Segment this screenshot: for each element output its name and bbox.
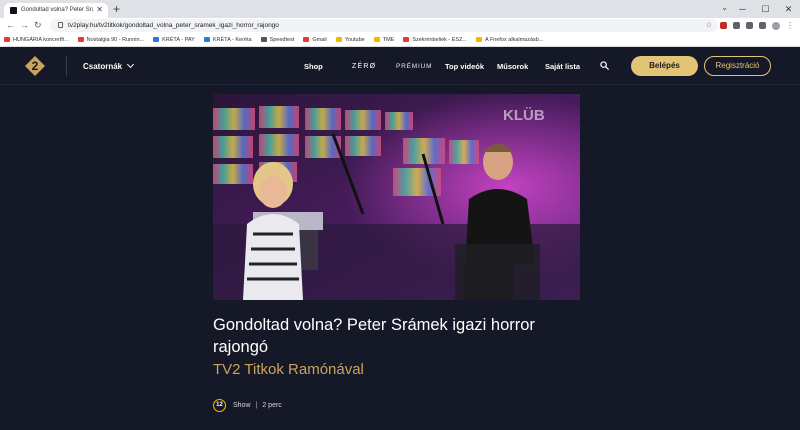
tab-title: Gondoltad volna? Peter Srámek [21,7,93,13]
register-button[interactable]: Regisztráció [704,56,771,76]
nav-premium[interactable]: PRÉMIUM [396,47,432,85]
extensions-area: ⋮ [720,18,794,33]
bookmark-label: Szekrénbeliek - ESZ... [412,36,468,43]
bookmark-favicon-icon [335,37,342,42]
bookmark-favicon-icon [373,37,380,42]
meta-separator: | [255,402,258,409]
video-duration: 2 perc [262,402,282,409]
lock-icon [58,22,63,28]
tab-search-icon[interactable]: ⌄ [721,3,728,12]
nav-zero[interactable]: ZÉRØ [352,47,376,85]
browser-tab-strip: Gondoltad volna? Peter Srámek ✕ + ⌄ ─ ☐ … [0,0,800,18]
bookmark-item[interactable]: Gmail [303,33,327,46]
profile-avatar[interactable] [772,21,780,30]
bookmark-item[interactable]: TME [373,33,395,46]
bookmark-item[interactable]: KRÉTA - Kerëta [203,33,252,46]
nav-shop[interactable]: Shop [304,47,323,85]
bookmark-favicon-icon [476,37,483,42]
maximize-icon[interactable]: ☐ [754,0,777,18]
bookmark-label: Speedtest [269,36,295,43]
logo-divider [66,56,67,76]
bookmark-label: Nostalgia 90 - Runnin... [86,36,145,43]
menu-dots-icon[interactable]: ⋮ [786,18,794,33]
bookmark-item[interactable]: Nostalgia 90 - Runnin... [77,33,145,46]
minimize-icon[interactable]: ─ [731,0,754,18]
nav-shows[interactable]: Műsorok [497,47,528,85]
bookmark-item[interactable]: Youtube [335,33,365,46]
extension-icon[interactable] [720,22,727,29]
bookmark-label: A Firefox alkalmazásb... [485,36,544,43]
studio-scene-image: KLÜB [213,94,580,300]
close-tab-icon[interactable]: ✕ [96,4,103,16]
bookmark-label: Youtube [344,36,365,43]
browser-tab[interactable]: Gondoltad volna? Peter Srámek ✕ [4,3,108,18]
channels-label: Csatornák [83,61,123,71]
video-title: Gondoltad volna? Peter Srámek igazi horr… [213,316,535,356]
bookmark-favicon-icon [77,37,84,42]
nav-top-videos[interactable]: Top videók [445,47,484,85]
svg-text:2: 2 [32,59,39,73]
new-tab-icon[interactable]: + [113,1,120,17]
bookmark-star-icon[interactable]: ☆ [706,19,712,32]
bookmark-label: Gmail [312,36,327,43]
watermark-text: KLÜB [503,107,545,124]
age-rating-badge: 12 [213,399,226,412]
media-icon[interactable] [746,22,753,29]
back-icon[interactable]: ← [6,18,15,33]
browser-toolbar: ← → ↻ tv2play.hu/tv2titkok/gondoltad_vol… [0,18,800,33]
bookmark-label: TME [382,36,395,43]
close-window-icon[interactable]: ✕ [777,0,800,18]
tv2-favicon-icon [10,7,17,14]
url-text: tv2play.hu/tv2titkok/gondoltad_volna_pet… [68,22,279,29]
show-name-link[interactable]: TV2 Titkok Ramónával [213,360,364,380]
bookmark-label: HUNGÁRIA koncertfi... [13,36,69,43]
bookmark-item[interactable]: Speedtest [260,33,295,46]
bookmark-favicon-icon [4,37,10,42]
bookmark-label: KRÉTA - Kerëta [212,36,252,43]
window-controls: ─ ☐ ✕ [731,0,800,18]
forward-icon[interactable]: → [20,18,29,33]
site-header: 2 Csatornák Shop ZÉRØ PRÉMIUM Top videók… [0,47,800,85]
video-category: Show [233,402,251,409]
search-icon[interactable] [600,61,609,70]
bookmark-favicon-icon [260,37,267,42]
bookmark-favicon-icon [153,37,160,42]
bookmark-item[interactable]: HUNGÁRIA koncertfi... [4,33,69,46]
puzzle-icon[interactable] [733,22,740,29]
bookmark-favicon-icon [403,37,410,42]
reload-icon[interactable]: ↻ [34,18,42,33]
video-meta: 12 Show | 2 perc [213,399,282,412]
video-thumbnail[interactable]: KLÜB [213,94,580,300]
bookmark-item[interactable]: A Firefox alkalmazásb... [476,33,544,46]
bookmarks-bar: HUNGÁRIA koncertfi... Nostalgia 90 - Runn… [0,33,800,47]
nav-my-list[interactable]: Saját lista [545,47,580,85]
bookmark-favicon-icon [303,37,310,42]
tv2-logo-icon[interactable]: 2 [23,53,47,79]
channels-dropdown[interactable]: Csatornák [83,47,135,85]
bookmark-item[interactable]: KRÉTA - PAY [153,33,195,46]
bookmark-favicon-icon [203,37,210,42]
address-bar[interactable]: tv2play.hu/tv2titkok/gondoltad_volna_pet… [50,19,718,32]
bookmark-label: KRÉTA - PAY [162,36,195,43]
bookmark-item[interactable]: Szekrénbeliek - ESZ... [403,33,468,46]
login-button[interactable]: Belépés [631,56,698,76]
chevron-down-icon [127,60,135,69]
sidepanel-icon[interactable] [759,22,766,29]
